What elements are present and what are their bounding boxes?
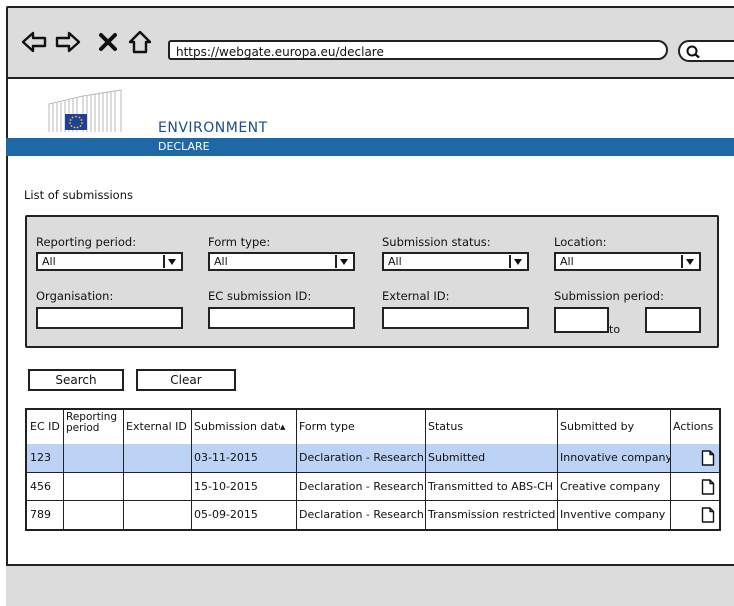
submissions-table: EC ID Reporting period External ID Submi…	[25, 408, 721, 531]
document-icon[interactable]	[701, 479, 715, 495]
form-type-select[interactable]: All	[208, 252, 355, 271]
header-external-id[interactable]: External ID	[123, 410, 191, 444]
forward-arrow-icon[interactable]	[54, 28, 82, 56]
cell-external-id	[123, 473, 191, 501]
cell-form-type: Declaration - Research	[299, 508, 424, 521]
location-select[interactable]: All	[554, 252, 701, 271]
submission-status-value: All	[388, 255, 402, 268]
submission-period-from-input[interactable]	[554, 307, 609, 333]
cell-external-id	[123, 444, 191, 472]
sort-ascending-icon: ▲	[280, 423, 286, 431]
column-divider	[191, 410, 192, 529]
cell-status: Transmitted to ABS-CH	[428, 480, 554, 493]
form-type-value: All	[214, 255, 228, 268]
external-id-input[interactable]	[382, 307, 529, 329]
organisation-label: Organisation:	[36, 289, 114, 303]
header-banner	[6, 138, 734, 156]
submission-period-label: Submission period:	[554, 289, 664, 303]
header-form-type[interactable]: Form type	[296, 410, 425, 444]
cell-ec-id: 456	[30, 480, 51, 493]
chevron-down-icon	[509, 255, 525, 268]
header-status[interactable]: Status	[425, 410, 557, 444]
cell-form-type: Declaration - Research	[299, 451, 424, 464]
chevron-down-icon	[163, 255, 179, 268]
column-divider	[425, 410, 426, 529]
column-divider	[557, 410, 558, 529]
home-icon[interactable]	[126, 28, 154, 56]
cell-submission-date: 05-09-2015	[194, 508, 258, 521]
column-divider	[296, 410, 297, 529]
submission-period-to-input[interactable]	[645, 307, 701, 333]
cell-status: Transmission restricted	[428, 508, 556, 521]
browser-toolbar: https://webgate.europa.eu/declare	[8, 8, 734, 79]
organisation-input[interactable]	[36, 307, 183, 329]
browser-search-field[interactable]	[678, 40, 734, 62]
header-ec-id[interactable]: EC ID	[27, 410, 63, 444]
cell-submission-date: 03-11-2015	[194, 451, 258, 464]
chevron-down-icon	[335, 255, 351, 268]
cell-status: Submitted	[428, 451, 486, 464]
table-header-row: EC ID Reporting period External ID Submi…	[27, 410, 719, 446]
browser-status-bar	[6, 564, 734, 606]
external-id-label: External ID:	[382, 289, 450, 303]
cell-ec-id: 123	[30, 451, 51, 464]
address-bar[interactable]: https://webgate.europa.eu/declare	[168, 40, 668, 60]
search-icon	[686, 45, 700, 59]
cell-submitted-by: Innovative company	[560, 451, 670, 464]
cell-submitted-by: Inventive company	[560, 508, 666, 521]
header-submission-date-label: Submission date	[194, 420, 280, 433]
cell-reporting-period	[63, 501, 123, 529]
location-label: Location:	[554, 235, 607, 249]
reporting-period-label: Reporting period:	[36, 235, 137, 249]
chevron-down-icon	[681, 255, 697, 268]
cell-form-type: Declaration - Research	[299, 480, 424, 493]
reporting-period-value: All	[42, 255, 56, 268]
submission-status-label: Submission status:	[382, 235, 491, 249]
header-actions: Actions	[673, 420, 714, 433]
document-icon[interactable]	[701, 450, 715, 466]
column-divider	[123, 410, 124, 529]
cell-submitted-by: Creative company	[560, 480, 661, 493]
table-row[interactable]: 789 05-09-2015 Declaration - Research Tr…	[27, 500, 719, 529]
cell-reporting-period	[63, 473, 123, 501]
search-button[interactable]: Search	[28, 369, 124, 391]
header-submission-date[interactable]: Submission date▲	[191, 410, 296, 444]
form-type-label: Form type:	[208, 235, 271, 249]
cell-ec-id: 789	[30, 508, 51, 521]
section-title: ENVIRONMENT	[158, 120, 268, 136]
app-name: DECLARE	[158, 140, 210, 153]
table-row[interactable]: 123 03-11-2015 Declaration - Research Su…	[27, 444, 719, 472]
location-value: All	[560, 255, 574, 268]
document-icon[interactable]	[701, 507, 715, 523]
cell-submission-date: 15-10-2015	[194, 480, 258, 493]
header-reporting-period[interactable]: Reporting period	[63, 410, 123, 444]
table-row[interactable]: 456 15-10-2015 Declaration - Research Tr…	[27, 472, 719, 501]
back-arrow-icon[interactable]	[20, 28, 48, 56]
cell-external-id	[123, 501, 191, 529]
ec-submission-id-label: EC submission ID:	[208, 289, 312, 303]
to-label: to	[609, 323, 621, 336]
ec-submission-id-input[interactable]	[208, 307, 355, 329]
reporting-period-select[interactable]: All	[36, 252, 183, 271]
submission-status-select[interactable]: All	[382, 252, 529, 271]
page-title: List of submissions	[24, 188, 133, 202]
header-submitted-by[interactable]: Submitted by	[557, 410, 670, 444]
clear-button[interactable]: Clear	[136, 369, 236, 391]
cell-reporting-period	[63, 444, 123, 472]
column-divider	[670, 410, 671, 529]
close-icon[interactable]	[94, 28, 122, 56]
column-divider	[63, 410, 64, 529]
